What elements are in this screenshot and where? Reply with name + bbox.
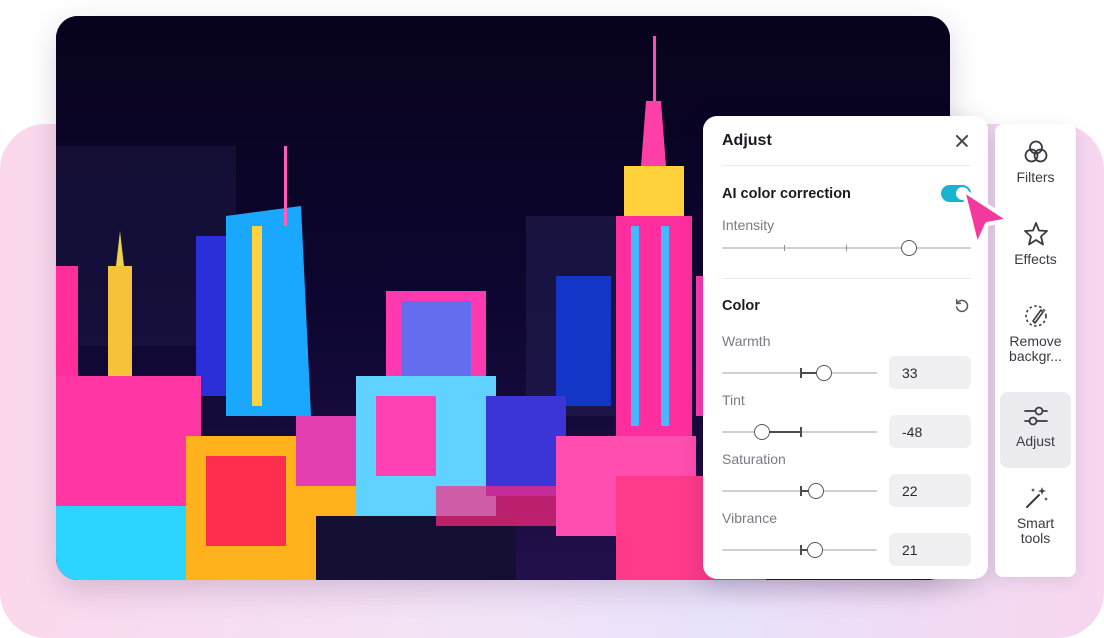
toolbar-item-smart-tools[interactable]: Smart tools: [1000, 484, 1071, 556]
color-section: Color Warmth 33 Tint -48 Saturation 22 V…: [703, 116, 988, 579]
warmth-label: Warmth: [722, 333, 771, 349]
saturation-slider-thumb[interactable]: [808, 483, 824, 499]
saturation-slider[interactable]: [722, 483, 877, 499]
color-title: Color: [722, 298, 760, 314]
vibrance-label: Vibrance: [722, 510, 778, 526]
tint-label: Tint: [722, 392, 745, 408]
toolbar-label: Effects: [1014, 251, 1057, 267]
pointer-cursor-icon: [961, 188, 1011, 248]
vibrance-value-input[interactable]: 21: [889, 533, 971, 566]
tint-slider-thumb[interactable]: [754, 424, 770, 440]
toolbar-item-adjust[interactable]: Adjust: [1000, 392, 1071, 468]
slider-center-mark: [800, 427, 802, 437]
reset-icon[interactable]: [953, 297, 971, 315]
smart-tools-icon: [1025, 487, 1048, 508]
toolbar-label: Remove backgr...: [1009, 333, 1062, 364]
effects-icon: [1023, 222, 1048, 246]
filters-icon: [1024, 140, 1047, 163]
saturation-value-input[interactable]: 22: [889, 474, 971, 507]
toolbar-item-remove-background[interactable]: Remove backgr...: [1000, 302, 1071, 374]
warmth-value-input[interactable]: 33: [889, 356, 971, 389]
warmth-slider[interactable]: [722, 365, 877, 381]
tint-value-input[interactable]: -48: [889, 415, 971, 448]
remove-background-icon: [1024, 305, 1047, 327]
toolbar-label: Filters: [1016, 169, 1055, 185]
vibrance-slider[interactable]: [722, 542, 877, 558]
warmth-slider-thumb[interactable]: [816, 365, 832, 381]
saturation-label: Saturation: [722, 451, 786, 467]
toolbar-label: Adjust: [1016, 433, 1055, 449]
toolbar-label: Smart tools: [1016, 515, 1055, 546]
vibrance-slider-thumb[interactable]: [807, 542, 823, 558]
adjust-icon: [1023, 406, 1048, 426]
tint-slider[interactable]: [722, 424, 877, 440]
